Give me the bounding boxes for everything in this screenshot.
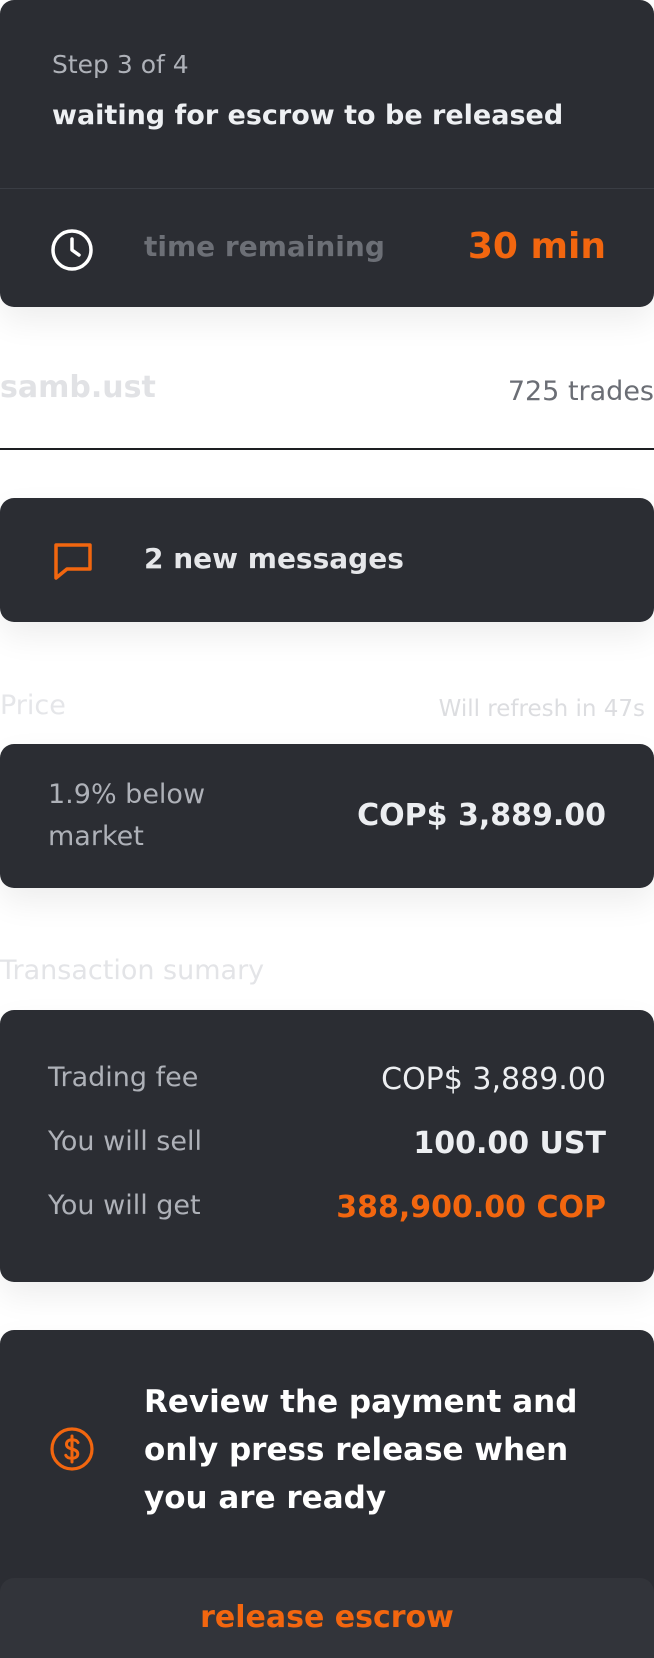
- time-remaining-label: time remaining: [144, 230, 385, 263]
- step-label: Step 3 of 4: [52, 50, 189, 79]
- clock-icon: [51, 229, 93, 271]
- get-amount-value: 388,900.00 COP: [336, 1190, 606, 1225]
- dollar-icon: [50, 1427, 94, 1471]
- time-remaining-value: 30 min: [467, 226, 606, 267]
- new-messages-text[interactable]: 2 new messages: [144, 542, 404, 575]
- trading-fee-label: Trading fee: [48, 1062, 199, 1093]
- release-escrow-button[interactable]: release escrow: [0, 1578, 654, 1658]
- trading-fee-value: COP$ 3,889.00: [381, 1062, 606, 1097]
- transaction-summary-label: Transaction sumary: [0, 955, 265, 986]
- price-section-label: Price: [0, 690, 66, 721]
- get-amount-label: You will get: [48, 1190, 201, 1221]
- trader-divider: [0, 448, 654, 450]
- message-icon: [54, 543, 92, 580]
- sell-amount-value: 100.00 UST: [413, 1126, 606, 1161]
- price-value: COP$ 3,889.00: [357, 798, 606, 833]
- trader-name[interactable]: samb.ust: [0, 370, 156, 405]
- step-title: waiting for escrow to be released: [52, 100, 564, 131]
- sell-amount-label: You will sell: [48, 1126, 202, 1157]
- release-instructions: Review the payment and only press releas…: [144, 1384, 578, 1516]
- trader-trades-count: 725 trades: [507, 376, 654, 407]
- refresh-countdown: Will refresh in 47s: [438, 696, 645, 722]
- price-market-diff: 1.9% below market: [48, 779, 206, 852]
- step-divider: [0, 188, 654, 189]
